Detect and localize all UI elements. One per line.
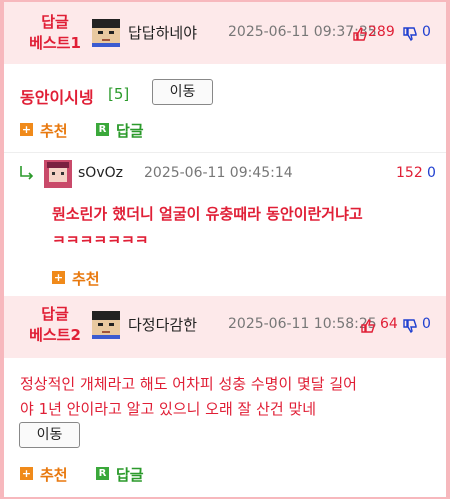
r-icon: R	[96, 123, 109, 136]
comment-text-line: 야 1년 안이라고 알고 있으니 오래 잘 산건 맞네	[20, 400, 317, 418]
dislike-count: 0	[422, 316, 431, 332]
author-nickname[interactable]: 답답하네야	[128, 22, 197, 43]
best-label-1: 답글 베스트1	[29, 13, 81, 52]
plus-icon: +	[20, 467, 33, 480]
comment-date: 2025-06-11 10:58:25	[228, 316, 377, 332]
recommend-button[interactable]: 추천	[40, 120, 68, 141]
reply-arrow-icon	[20, 166, 34, 180]
thumb-down-icon[interactable]	[402, 26, 418, 42]
anime-avatar-icon[interactable]	[44, 160, 72, 188]
comment-title[interactable]: 동안이시넹	[20, 84, 94, 108]
best-label-2: 답글 베스트2	[29, 305, 81, 344]
reply-count: [5]	[108, 85, 130, 103]
plus-icon: +	[20, 123, 33, 136]
pixel-avatar-icon[interactable]	[92, 19, 120, 47]
reply-button[interactable]: 답글	[116, 464, 144, 485]
comment-text-line: ㅋㅋㅋㅋㅋㅋㅋ	[52, 232, 149, 243]
author-nickname[interactable]: sOvOz	[78, 165, 123, 181]
move-button[interactable]: 이동	[152, 79, 213, 105]
move-button[interactable]: 이동	[19, 422, 80, 448]
plus-icon: +	[52, 271, 65, 284]
r-icon: R	[96, 467, 109, 480]
comment-text-line: 뭔소린가 했더니 얼굴이 유충때라 동안이란거냐고	[52, 205, 363, 223]
like-count: 289	[368, 24, 395, 40]
thumb-up-icon[interactable]	[352, 26, 368, 42]
reply-button[interactable]: 답글	[116, 120, 144, 141]
recommend-button[interactable]: 추천	[72, 268, 100, 289]
like-count: 152	[396, 165, 423, 181]
best-comment-header-2: 답글 베스트2 다정다감한 2025-06-11 10:58:25 64 0	[4, 296, 446, 358]
thumb-down-icon[interactable]	[402, 318, 418, 334]
comment-text-clip: ㅋㅋㅋㅋㅋㅋㅋ	[52, 229, 432, 243]
divider	[4, 152, 446, 153]
recommend-button[interactable]: 추천	[40, 464, 68, 485]
like-count: 64	[380, 316, 398, 332]
comment-text-line: 정상적인 개체라고 해도 어차피 성충 수명이 몇달 길어	[20, 375, 357, 393]
dislike-count: 0	[427, 165, 436, 181]
dislike-count: 0	[422, 24, 431, 40]
pixel-avatar-icon[interactable]	[92, 311, 120, 339]
thumb-up-icon[interactable]	[360, 318, 376, 334]
best-comment-header-1: 답글 베스트1 답답하네야 2025-06-11 09:37:35 289 0	[4, 2, 446, 64]
author-nickname[interactable]: 다정다감한	[128, 314, 197, 335]
comment-date: 2025-06-11 09:45:14	[144, 165, 293, 181]
